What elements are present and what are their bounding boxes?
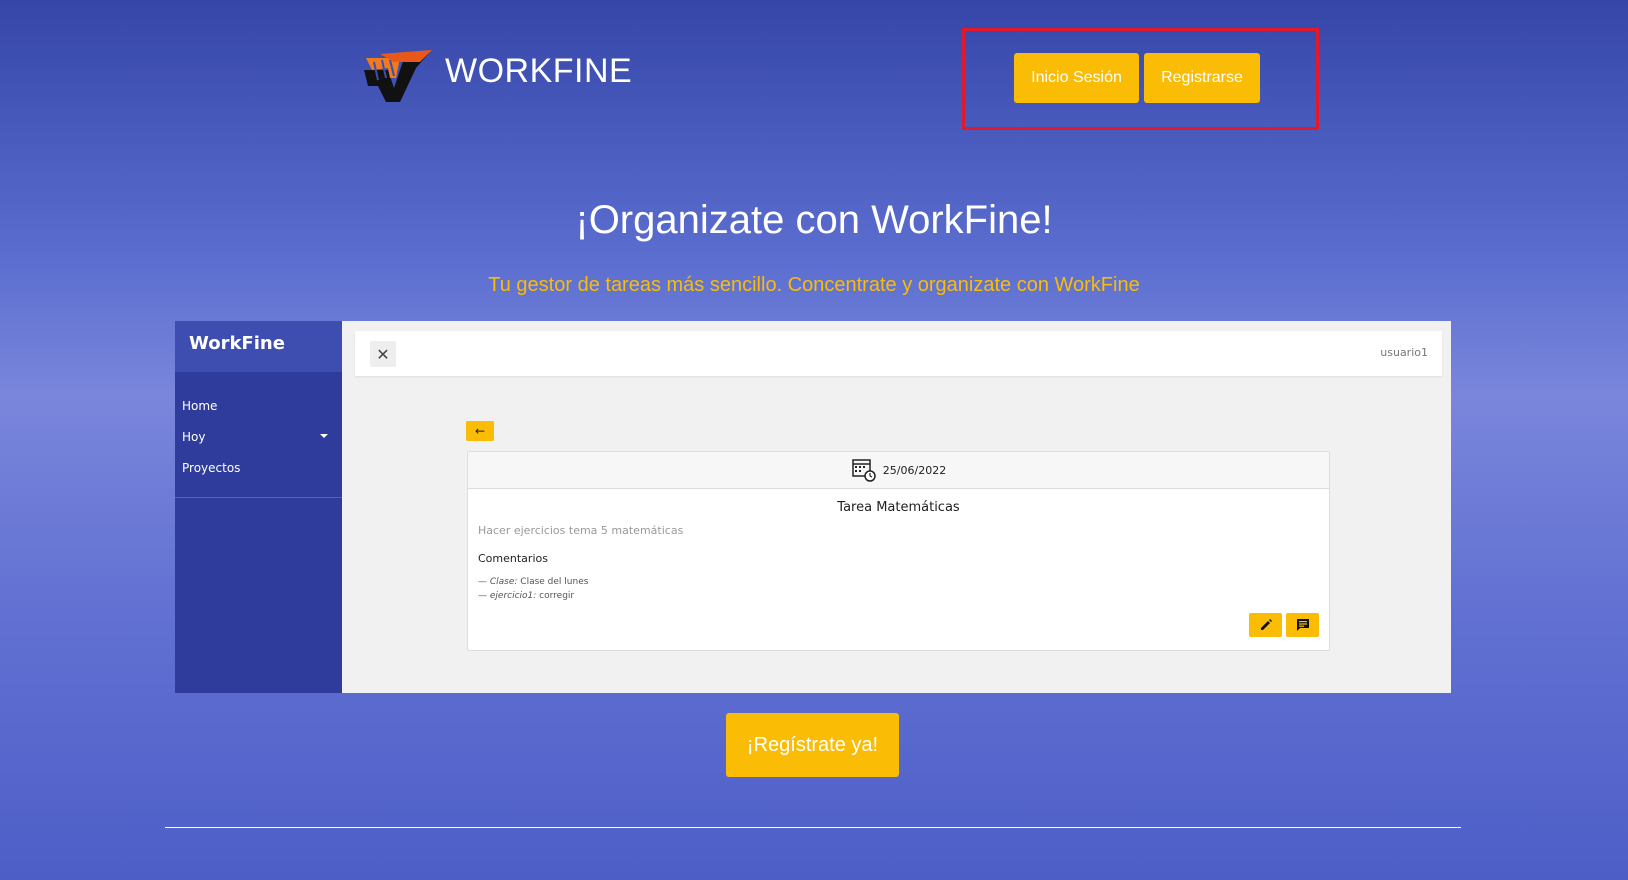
preview-comment: — ejercicio1: corregir [478, 591, 574, 601]
preview-nav-item-home: Home [182, 398, 218, 413]
comment-author: Clase: [489, 577, 518, 587]
preview-sidebar: WorkFine Home Hoy Proyectos [175, 321, 342, 693]
edit-icon [1249, 613, 1282, 637]
preview-nav-item-hoy: Hoy [175, 421, 342, 452]
hero-subtitle: Tu gestor de tareas más sencillo. Concen… [488, 274, 1140, 296]
comment-text: corregir [536, 591, 575, 601]
preview-task-description: Hacer ejercicios tema 5 matemáticas [478, 524, 684, 537]
comment-prefix: — [478, 591, 490, 601]
brand-name: WORKFINE [445, 52, 633, 90]
comment-prefix: — [478, 577, 490, 587]
register-now-button[interactable]: ¡Regístrate ya! [726, 713, 899, 777]
close-icon: ✕ [370, 341, 396, 367]
app-preview-screenshot: WorkFine Home Hoy Proyectos ✕ usuario1 ← [175, 321, 1451, 693]
preview-comments-heading: Comentarios [478, 552, 548, 565]
preview-comment: — Clase: Clase del lunes [478, 577, 588, 587]
comment-text: Clase del lunes [517, 577, 589, 587]
comment-icon [1286, 613, 1319, 637]
calendar-icon [852, 459, 876, 482]
comment-author: ejercicio1: [489, 591, 537, 601]
register-button[interactable]: Registrarse [1144, 53, 1260, 103]
back-arrow-icon: ← [466, 421, 494, 441]
preview-card-header: 25/06/2022 [468, 452, 1329, 489]
preview-topbar: ✕ usuario1 [355, 331, 1442, 376]
preview-task-date: 25/06/2022 [882, 463, 947, 477]
preview-nav-item-proyectos: Proyectos [182, 460, 241, 475]
preview-sidebar-title: WorkFine [175, 321, 342, 372]
hero-title: ¡Organizate con WorkFine! [575, 198, 1053, 242]
preview-task-card: 25/06/2022 Tarea Matemáticas Hacer ejerc… [467, 451, 1330, 651]
logo-icon [364, 50, 432, 102]
preview-task-title: Tarea Matemáticas [837, 500, 960, 515]
preview-username: usuario1 [1380, 346, 1428, 359]
preview-nav-item-hoy-label: Hoy [182, 429, 206, 444]
login-button[interactable]: Inicio Sesión [1014, 53, 1139, 103]
preview-nav: Home Hoy Proyectos [175, 372, 342, 498]
footer-divider [165, 827, 1461, 828]
caret-down-icon [320, 434, 328, 438]
